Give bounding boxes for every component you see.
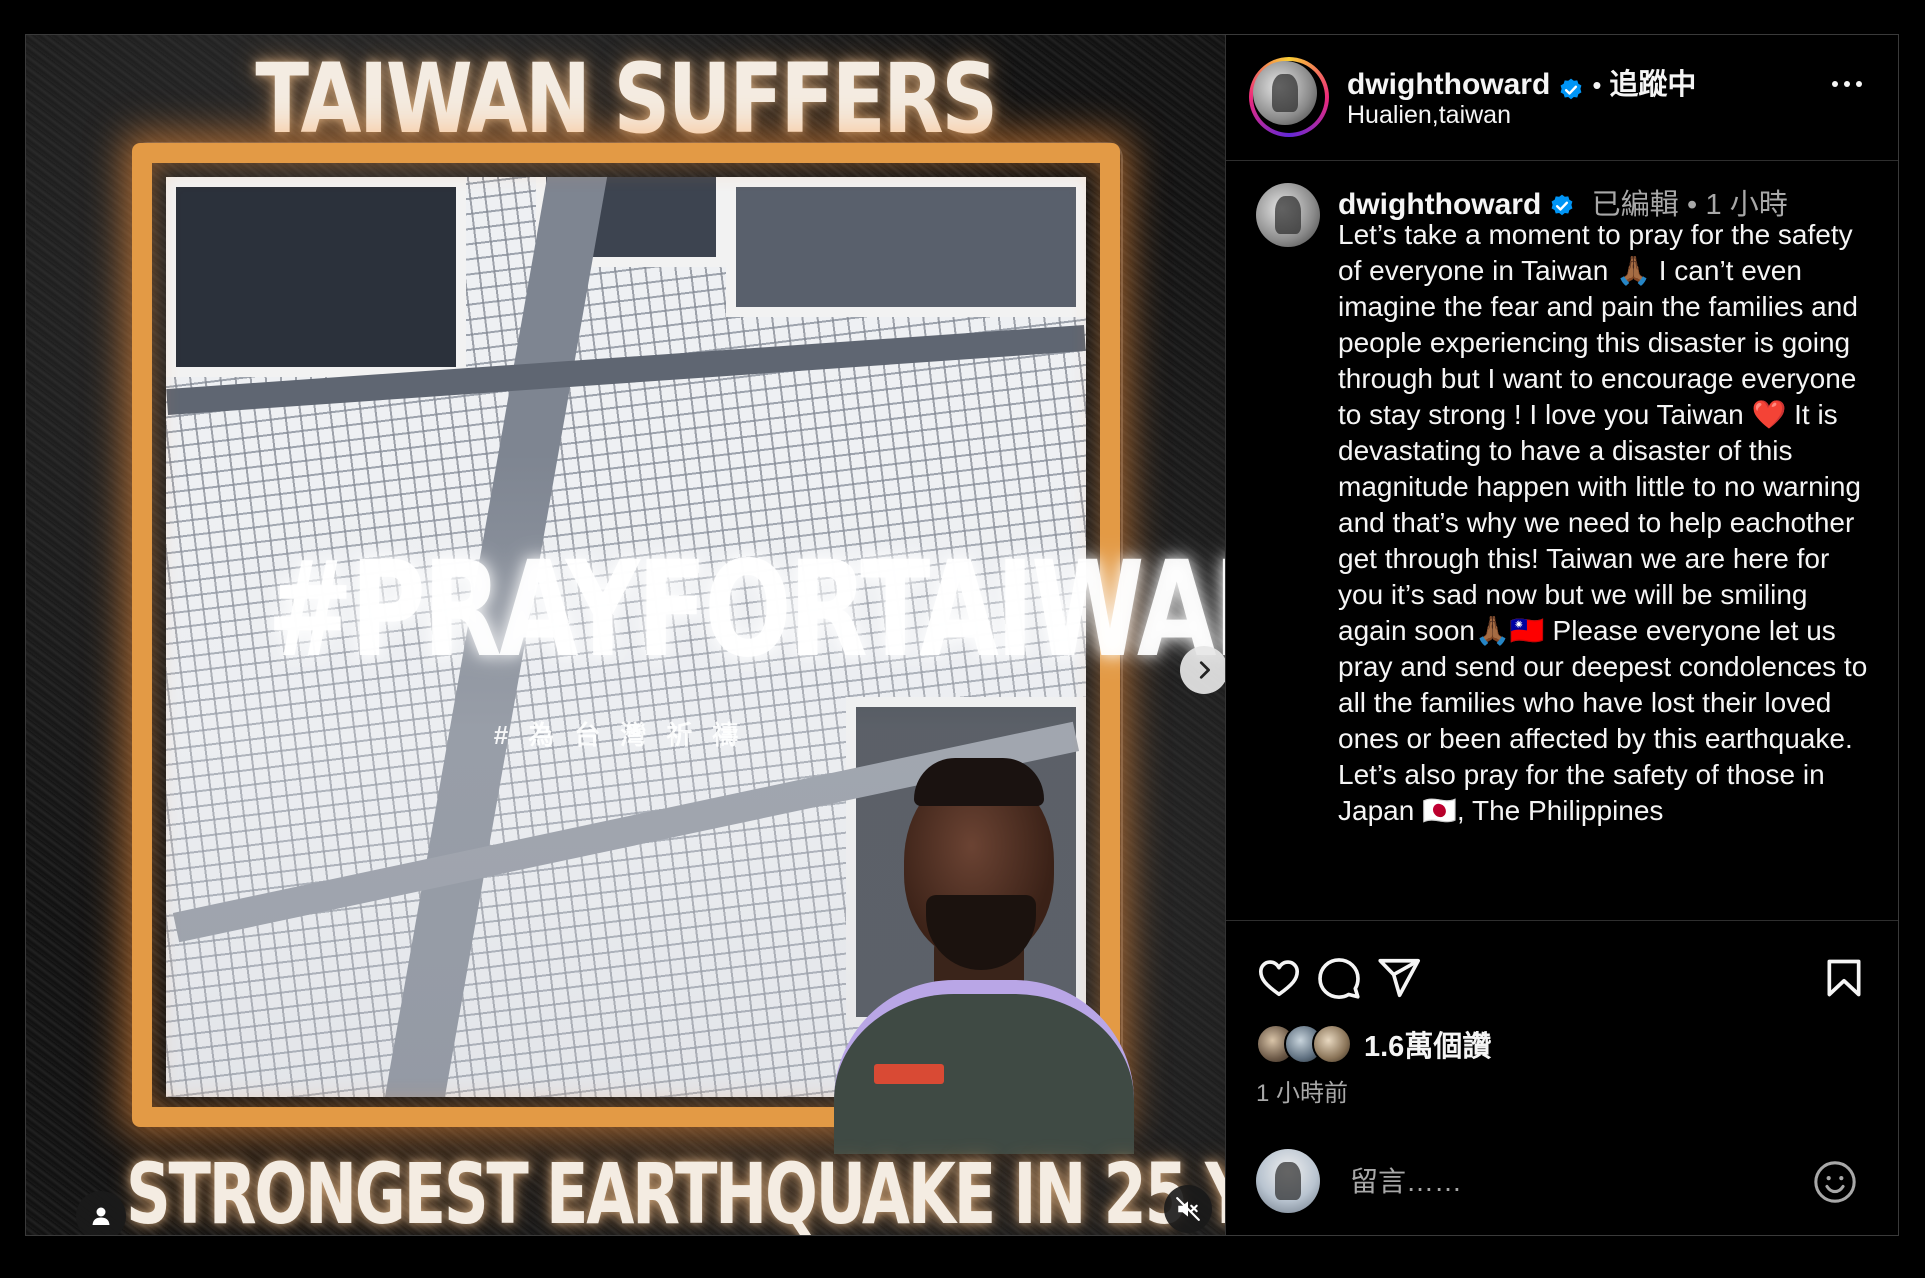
save-button[interactable] bbox=[1819, 953, 1869, 1003]
emoji-button[interactable] bbox=[1812, 1159, 1858, 1205]
comment-input[interactable] bbox=[1348, 1161, 1792, 1203]
smiley-icon bbox=[1814, 1161, 1856, 1203]
share-button[interactable] bbox=[1374, 953, 1424, 1003]
like-button[interactable] bbox=[1254, 953, 1304, 1003]
post-media[interactable]: TAIWAN SUFFERS #PRAYFORTAIWAN #為台灣祈禱 STR… bbox=[26, 35, 1225, 1235]
player-photo bbox=[834, 758, 1134, 1154]
comment-button[interactable] bbox=[1314, 953, 1364, 1003]
action-bar: 1.6萬個讚 1 小時前 bbox=[1226, 920, 1898, 1236]
header-user-line: dwighthoward • 追蹤中 bbox=[1347, 61, 1696, 103]
caption-body: Let’s take a moment to pray for the safe… bbox=[1338, 181, 1873, 829]
post-header: dwighthoward • 追蹤中 Hualien,taiwan bbox=[1226, 35, 1898, 161]
paper-plane-icon bbox=[1378, 958, 1420, 998]
likes-count[interactable]: 1.6萬個讚 bbox=[1364, 1023, 1491, 1065]
current-user-avatar bbox=[1256, 1149, 1320, 1213]
post-sidebar: dwighthoward • 追蹤中 Hualien,taiwan dwightho… bbox=[1225, 35, 1898, 1235]
speaker-muted-icon bbox=[1176, 1197, 1200, 1221]
person-icon bbox=[92, 1207, 110, 1225]
hashtag-title: #PRAYFORTAIWAN bbox=[267, 533, 1225, 687]
more-dots-icon bbox=[1832, 81, 1838, 87]
headline-bottom: STRONGEST EARTHQUAKE IN 25 YEARS bbox=[126, 1145, 1225, 1235]
caption-avatar[interactable] bbox=[1256, 183, 1320, 247]
tagged-users-button[interactable] bbox=[76, 1191, 126, 1235]
liker-avatar bbox=[1312, 1024, 1352, 1064]
caption-text: Let’s take a moment to pray for the safe… bbox=[1338, 219, 1868, 826]
likes-row[interactable]: 1.6萬個讚 bbox=[1256, 1023, 1491, 1065]
posted-time[interactable]: 1 小時前 bbox=[1256, 1073, 1348, 1108]
hashtag-subtitle: #為台灣祈禱 bbox=[493, 720, 759, 750]
header-username[interactable]: dwighthoward bbox=[1347, 68, 1550, 101]
comment-bubble-icon bbox=[1318, 958, 1360, 999]
verified-badge-icon bbox=[1560, 78, 1582, 99]
chevron-right-icon bbox=[1199, 661, 1210, 679]
story-ring[interactable] bbox=[1249, 57, 1329, 137]
location-link[interactable]: Hualien,taiwan bbox=[1347, 101, 1511, 130]
mute-button[interactable] bbox=[1164, 1185, 1212, 1233]
following-button[interactable]: 追蹤中 bbox=[1609, 69, 1696, 101]
heart-icon bbox=[1258, 960, 1300, 997]
next-slide-button[interactable] bbox=[1180, 646, 1225, 694]
headline-top: TAIWAN SUFFERS bbox=[255, 43, 998, 155]
caption-area[interactable]: dwighthoward 已編輯 • 1 小時 Let’s take a mom… bbox=[1226, 161, 1898, 919]
avatar[interactable] bbox=[1253, 61, 1317, 125]
instagram-post: TAIWAN SUFFERS #PRAYFORTAIWAN #為台灣祈禱 STR… bbox=[25, 34, 1899, 1236]
header-separator: • bbox=[1592, 70, 1602, 100]
comment-row bbox=[1226, 1131, 1898, 1231]
more-options-button[interactable] bbox=[1832, 81, 1862, 87]
bookmark-icon bbox=[1827, 959, 1861, 997]
